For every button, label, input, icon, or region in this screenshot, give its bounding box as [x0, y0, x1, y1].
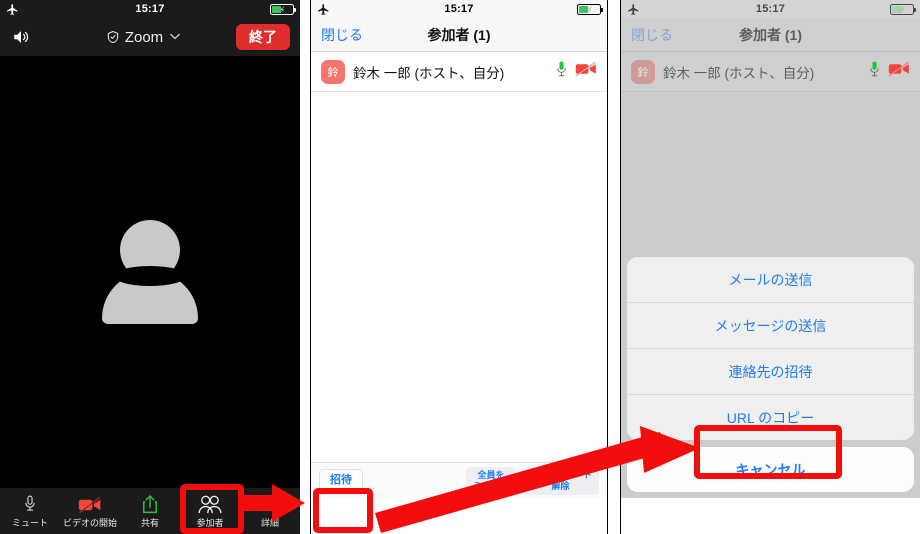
status-bar-time: 15:17	[755, 3, 786, 15]
status-bar: 15:17 ⚡	[621, 0, 920, 18]
action-sheet-options: メールの送信 メッセージの送信 連絡先の招待 URL のコピー	[627, 257, 914, 440]
mute-toolbar-button[interactable]: ミュート	[0, 488, 60, 534]
copy-url-sheet-item[interactable]: URL のコピー	[627, 395, 914, 440]
participants-footer: 招待 全員を ミュート 全員をミュート 解除	[311, 462, 607, 498]
battery-charging-icon: ⚡	[561, 3, 603, 15]
video-off-icon	[78, 494, 102, 514]
person-silhouette-icon	[102, 220, 198, 324]
invite-button[interactable]: 招待	[319, 469, 363, 492]
mute-all-button[interactable]: 全員を ミュート	[465, 466, 516, 495]
meeting-bottom-toolbar: ミュート ビデオの開始 共有 参加者 詳細	[0, 488, 300, 534]
toolbar-label: 詳細	[260, 517, 279, 528]
toolbar-label: 参加者	[196, 517, 224, 528]
unmute-all-button[interactable]: 全員をミュート 解除	[521, 466, 599, 495]
shield-check-icon	[106, 30, 120, 44]
participants-toolbar-button[interactable]: 参加者	[180, 488, 240, 534]
avatar: 鈴	[631, 59, 655, 84]
microphone-on-icon	[869, 60, 880, 83]
airplane-mode-icon	[6, 3, 46, 16]
status-bar-time: 15:17	[444, 3, 474, 15]
speaker-icon[interactable]	[10, 28, 50, 46]
meeting-info-button[interactable]: Zoom	[50, 29, 236, 46]
participant-row: 鈴 鈴木 一郎 (ホスト、自分)	[621, 52, 920, 92]
video-stage	[0, 56, 300, 488]
footer-actions: 全員を ミュート 全員をミュート 解除	[465, 466, 599, 495]
more-icon	[260, 494, 280, 514]
participants-nav-bar: 閉じる 参加者 (1)	[621, 18, 920, 52]
meeting-app-name: Zoom	[124, 28, 164, 46]
participants-list: 鈴 鈴木 一郎 (ホスト、自分)	[621, 52, 920, 498]
invite-action-sheet: メールの送信 メッセージの送信 連絡先の招待 URL のコピー キャンセル	[627, 257, 914, 492]
participant-name: 鈴木 一郎 (ホスト、自分)	[353, 65, 505, 81]
chevron-down-icon	[170, 31, 181, 43]
toolbar-label: ビデオの開始	[62, 517, 117, 528]
battery-charging-icon: ⚡	[254, 3, 296, 15]
cancel-button[interactable]: キャンセル	[627, 447, 914, 492]
invite-action-sheet-panel: 15:17 ⚡ 閉じる 参加者 (1) 鈴 鈴木 一郎 (ホスト、自分) メール…	[620, 0, 920, 534]
participant-name: 鈴木 一郎 (ホスト、自分)	[663, 65, 815, 81]
participants-nav-bar: 閉じる 参加者 (1)	[311, 18, 607, 52]
avatar: 鈴	[321, 59, 345, 84]
participant-status-icons	[556, 60, 597, 83]
toolbar-label: 共有	[140, 517, 159, 528]
share-icon	[142, 494, 158, 514]
battery-charging-icon: ⚡	[874, 3, 916, 15]
status-bar-time: 15:17	[135, 3, 165, 15]
meeting-screen-panel: 15:17 ⚡ Zoom 終了 ミュート ビデオの開始 共有 参加者 詳細	[0, 0, 300, 534]
end-meeting-button[interactable]: 終了	[236, 24, 290, 50]
participant-status-icons	[869, 60, 910, 83]
participants-icon	[198, 494, 222, 514]
status-bar: 15:17 ⚡	[311, 0, 607, 18]
participant-row[interactable]: 鈴 鈴木 一郎 (ホスト、自分)	[311, 52, 607, 92]
microphone-icon	[23, 494, 37, 514]
close-button[interactable]: 閉じる	[321, 25, 363, 45]
start-video-toolbar-button[interactable]: ビデオの開始	[60, 488, 120, 534]
participants-screen-panel: 15:17 ⚡ 閉じる 参加者 (1) 鈴 鈴木 一郎 (ホスト、自分) 招待 …	[310, 0, 608, 534]
send-message-sheet-item[interactable]: メッセージの送信	[627, 303, 914, 349]
status-bar: 15:17 ⚡	[0, 0, 300, 18]
meeting-top-bar: Zoom 終了	[0, 18, 300, 56]
close-button[interactable]: 閉じる	[631, 25, 673, 45]
airplane-mode-icon	[627, 3, 667, 16]
share-toolbar-button[interactable]: 共有	[120, 488, 180, 534]
participants-list: 鈴 鈴木 一郎 (ホスト、自分)	[311, 52, 607, 498]
microphone-on-icon	[556, 60, 567, 83]
video-off-icon	[575, 61, 597, 82]
airplane-mode-icon	[317, 3, 357, 16]
video-off-icon	[888, 61, 910, 82]
toolbar-label: ミュート	[11, 517, 48, 528]
more-toolbar-button[interactable]: 詳細	[240, 488, 300, 534]
screenshot-stage: 15:17 ⚡ Zoom 終了 ミュート ビデオの開始 共有 参加者 詳細 15…	[0, 0, 920, 534]
invite-contacts-sheet-item[interactable]: 連絡先の招待	[627, 349, 914, 395]
send-email-sheet-item[interactable]: メールの送信	[627, 257, 914, 303]
